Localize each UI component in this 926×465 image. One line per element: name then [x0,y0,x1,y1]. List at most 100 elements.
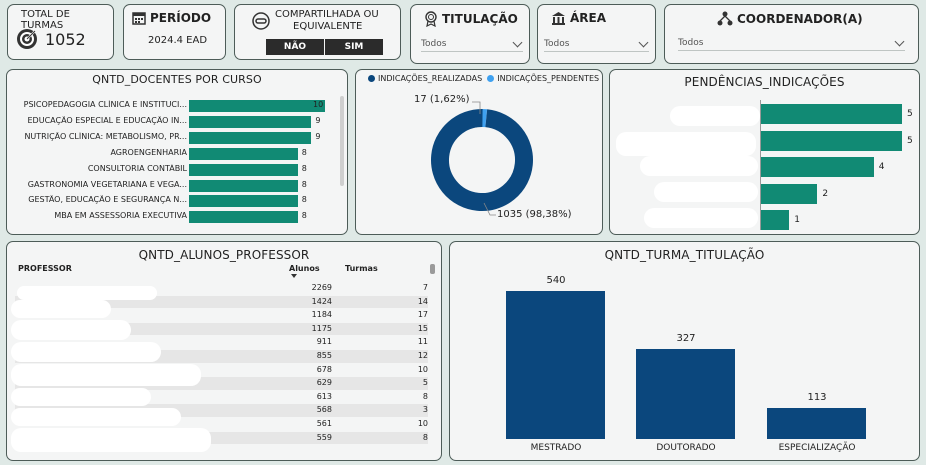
redacted-name [11,388,151,406]
chevron-down-icon [512,37,523,47]
area-dropdown[interactable]: Todos [544,37,649,52]
bar-category-label: NUTRIÇÃO CLÍNICA: METABOLISMO, PR... [24,131,187,141]
column-header-professor[interactable]: PROFESSOR [18,264,72,273]
bar-value-label: 10 [313,100,324,109]
bar[interactable] [189,163,298,176]
bar-value-label: 9 [315,131,321,141]
cell-turmas: 8 [422,391,428,401]
bar[interactable] [761,157,874,177]
donut-label-pendentes: 17 (1,62%) [414,94,470,105]
coordenador-selected-value: Todos [678,38,704,48]
cell-turmas: 10 [417,364,428,374]
toggle-sim-button[interactable]: SIM [325,39,383,55]
coordenador-dropdown[interactable]: Todos [678,36,905,51]
bar[interactable] [761,130,902,151]
cell-turmas: 5 [422,378,428,388]
turma-titulacao-card: QNTD_TURMA_TITULAÇÃO 540 MESTRADO 327 DOUTO… [449,241,920,461]
target-icon [17,29,37,49]
alunos-professor-card: QNTD_ALUNOS_PROFESSOR PROFESSOR Alunos T… [6,241,442,461]
cell-alunos: 855 [316,351,332,360]
bar-value-label: 4 [878,162,885,172]
scrollbar[interactable] [340,96,344,186]
cell-alunos: 1184 [311,310,332,320]
area-slicer-card: ÁREA Todos [537,4,656,64]
cell-turmas: 7 [422,283,428,292]
bar[interactable] [189,179,298,192]
cell-alunos: 568 [316,405,332,415]
redacted-name [11,342,161,362]
bar[interactable] [761,104,902,124]
hierarchy-icon [717,11,733,26]
bar[interactable] [189,147,298,160]
bar-category-label: CONSULTORIA CONTÁBIL [87,163,187,173]
total-turmas-value: 1052 [45,30,86,49]
scrollbar[interactable] [430,264,435,274]
bar-value-label: 8 [301,147,307,157]
toggle-nao-button[interactable]: NÃO [266,39,324,55]
titulacao-label-wrap: TITULAÇÃO [424,11,518,27]
bar-row: NUTRIÇÃO CLÍNICA: METABOLISMO, PR... 9 [11,131,341,145]
cell-alunos: 559 [316,432,332,442]
turma-titulacao-bar-chart: 540 MESTRADO 327 DOUTORADO 113 ESPECIALIZAÇÃO [450,242,919,460]
bar-value-label: 540 [546,275,566,286]
redacted-label [616,132,756,156]
periodo-card[interactable]: PERÍODO 2024.4 EAD [123,4,226,60]
cell-turmas: 11 [417,337,428,347]
bar[interactable] [189,131,312,144]
titulacao-label: TITULAÇÃO [442,12,518,26]
bar-row: CONSULTORIA CONTÁBIL 8 [11,163,341,177]
bar-category-label: PSICOPEDAGOGIA CLÍNICA E INSTITUCI... [23,100,187,109]
bar-row: GESTÃO, EDUCAÇÃO E SEGURANÇA N... 8 [11,194,341,208]
column-header-alunos[interactable]: Alunos [289,264,320,273]
bar-value-label: 1 [794,215,800,225]
area-label-wrap: ÁREA [551,11,606,25]
bar-value-label: 327 [676,333,696,345]
bar[interactable] [636,349,735,439]
area-selected-value: Todos [544,39,570,49]
bar[interactable] [767,408,866,439]
titulacao-selected-value: Todos [421,39,447,49]
bar[interactable] [761,183,818,204]
column-header-turmas[interactable]: Turmas [345,264,378,273]
bar-row: PSICOPEDAGOGIA CLÍNICA E INSTITUCI... 10 [11,99,341,113]
axis-line [760,100,761,230]
cell-alunos: 1175 [311,323,332,333]
bar[interactable] [189,115,312,128]
bar-value-label: 8 [301,179,307,189]
calendar-icon [132,12,146,25]
chevron-down-icon [638,37,649,47]
redacted-name [11,408,181,426]
redacted-name [11,428,211,452]
cell-alunos: 2269 [311,283,332,292]
cell-turmas: 17 [417,310,428,320]
coordenador-label: COORDENADOR(A) [737,11,863,26]
redacted-name [11,364,201,386]
bar[interactable] [189,195,298,208]
periodo-label-wrap: PERÍODO [132,11,211,25]
cell-alunos: 678 [316,364,332,374]
periodo-label: PERÍODO [150,11,212,25]
compartilhada-label-line1: COMPARTILHADA OU [275,9,379,20]
redacted-name [11,300,111,318]
titulacao-dropdown[interactable]: Todos [421,37,523,52]
bar-value-label: 5 [907,109,913,119]
compartilhada-label-line2: EQUIVALENTE [293,21,363,32]
docentes-por-curso-card: QNTD_DOCENTES POR CURSO PSICOPEDAGOGIA C… [6,69,348,235]
bar-category-label: MESTRADO [530,443,582,453]
bar[interactable] [761,210,790,230]
link-icon [252,12,270,30]
bar[interactable] [506,291,605,439]
alunos-title: QNTD_ALUNOS_PROFESSOR [138,248,310,262]
bar-category-label: GASTRONOMIA VEGETARIANA E VEGA... [27,179,187,189]
coordenador-slicer-card: COORDENADOR(A) Todos [664,4,919,64]
bar-category-label: MBA EM ASSESSORIA EXECUTIVA [54,211,187,221]
bar-value-label: 2 [822,188,829,199]
redacted-label [640,156,758,176]
bar[interactable] [189,211,298,224]
cell-turmas: 15 [417,323,428,333]
docentes-bar-chart: PSICOPEDAGOGIA CLÍNICA E INSTITUCI... 10 E… [11,99,341,229]
donut-slice-realizadas[interactable] [431,109,533,211]
bar-row: GASTRONOMIA VEGETARIANA E VEGA... 8 [11,179,341,193]
bar[interactable] [189,100,325,112]
cell-alunos: 911 [316,337,332,347]
